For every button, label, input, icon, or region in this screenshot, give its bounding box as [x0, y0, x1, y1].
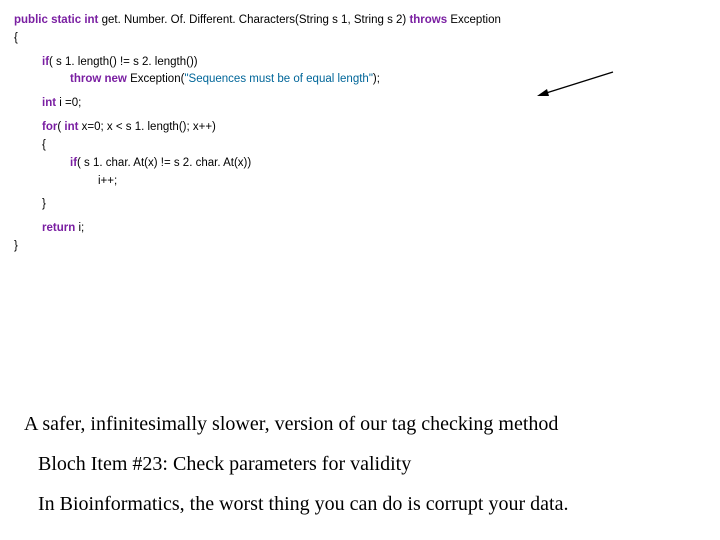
if-condition: ( s 1. length() != s 2. length()) — [49, 56, 198, 68]
code-line-for-brace-close: } — [14, 196, 706, 214]
exception-type: Exception — [450, 14, 501, 26]
code-line-increment: i++; — [14, 173, 706, 191]
for-open: ( — [57, 121, 61, 133]
code-line-throw: throw new Exception("Sequences must be o… — [14, 71, 706, 89]
code-line-inner-if: if( s 1. char. At(x) != s 2. char. At(x)… — [14, 155, 706, 173]
commentary-line-1: A safer, infinitesimally slower, version… — [24, 410, 704, 438]
keyword-int2: int — [42, 97, 56, 109]
keyword-for: for — [42, 121, 57, 133]
keyword-public: public — [14, 14, 48, 26]
commentary-line-2: Bloch Item #23: Check parameters for val… — [38, 450, 704, 478]
keyword-throw: throw — [70, 73, 101, 85]
keyword-static: static — [51, 14, 81, 26]
code-line-int-decl: int i =0; — [14, 95, 706, 113]
code-block: public static int get. Number. Of. Diffe… — [0, 0, 720, 262]
code-line-return: return i; — [14, 220, 706, 238]
keyword-int: int — [84, 14, 98, 26]
throw-end: ); — [373, 73, 380, 85]
commentary-block: A safer, infinitesimally slower, version… — [24, 410, 704, 530]
code-line-brace-open: { — [14, 30, 706, 48]
code-line-signature: public static int get. Number. Of. Diffe… — [14, 12, 706, 30]
return-val: i; — [78, 222, 84, 234]
code-line-for: for( int x=0; x < s 1. length(); x++) — [14, 119, 706, 137]
for-rest: x=0; x < s 1. length(); x++) — [82, 121, 216, 133]
keyword-return: return — [42, 222, 75, 234]
code-line-if: if( s 1. length() != s 2. length()) — [14, 54, 706, 72]
code-line-brace-close: } — [14, 238, 706, 256]
keyword-if: if — [42, 56, 49, 68]
commentary-line-3: In Bioinformatics, the worst thing you c… — [38, 490, 704, 518]
inner-if-cond: ( s 1. char. At(x) != s 2. char. At(x)) — [77, 157, 251, 169]
method-name: get. Number. Of. Different. Characters(S… — [102, 14, 407, 26]
int-decl: i =0; — [59, 97, 81, 109]
keyword-int3: int — [64, 121, 78, 133]
keyword-if2: if — [70, 157, 77, 169]
keyword-new: new — [105, 73, 127, 85]
string-literal: "Sequences must be of equal length" — [184, 73, 372, 85]
throw-exception: Exception( — [130, 73, 184, 85]
keyword-throws: throws — [409, 14, 447, 26]
code-line-for-brace-open: { — [14, 137, 706, 155]
